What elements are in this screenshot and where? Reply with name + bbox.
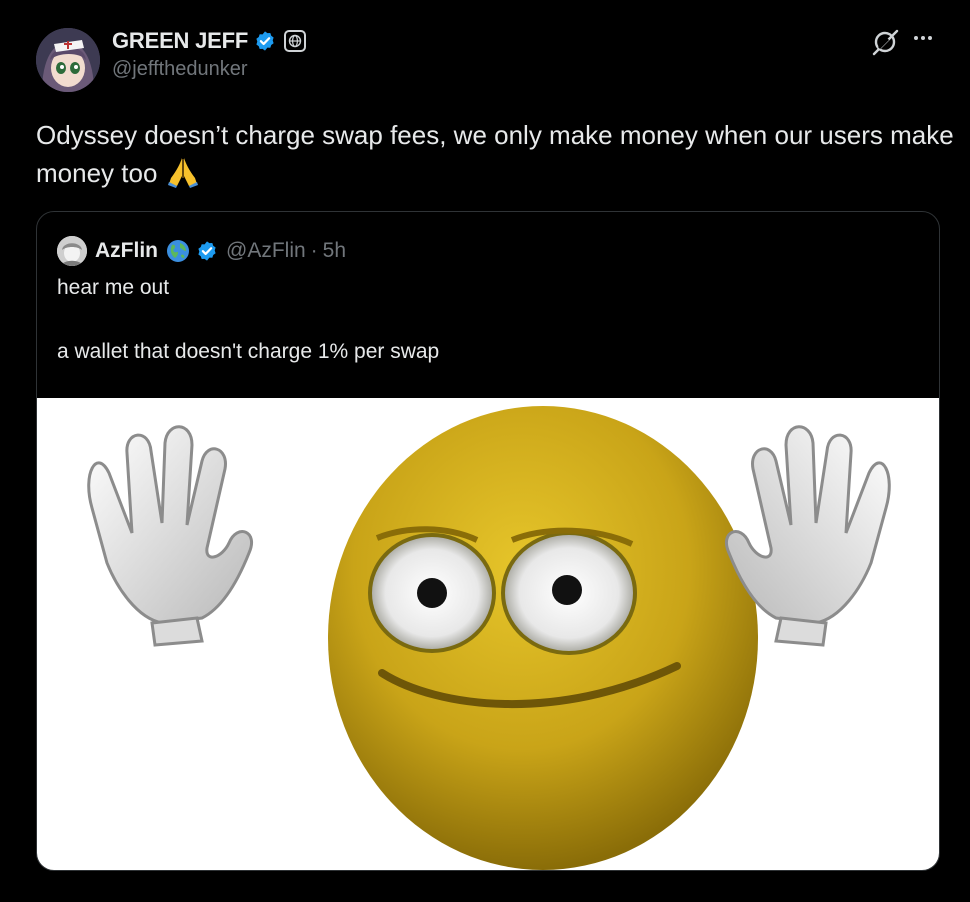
quoted-timestamp[interactable]: 5h [323,239,346,263]
earth-globe-emoji [167,240,189,262]
author-display-name[interactable]: GREEN JEFF [112,28,248,54]
verified-badge-icon [256,31,274,51]
quoted-separator: · [310,239,318,262]
quoted-text-line-2: a wallet that doesn't charge 1% per swap [57,340,440,363]
more-options-icon[interactable] [914,31,942,45]
quoted-post-header: AzFlin @AzFlin · 5h [57,236,346,266]
author-handle[interactable]: @jeffthedunker [112,58,248,81]
folded-hands-emoji [167,158,198,188]
quoted-media-image[interactable] [37,398,939,870]
author-name-row: GREEN JEFF [112,28,307,54]
quoted-author-handle[interactable]: @AzFlin [226,239,306,263]
grok-icon[interactable] [870,27,900,57]
quoted-post[interactable]: AzFlin @AzFlin · 5h hear me out a wallet… [36,211,940,871]
tweet-text: Odyssey doesn’t charge swap fees, we onl… [36,116,956,192]
tweet: GREEN JEFF @jeffthedunker Odyssey doesn’… [0,0,970,902]
quoted-author-avatar[interactable] [57,236,87,266]
author-avatar[interactable] [36,28,100,92]
quoted-text-line-1: hear me out [57,276,170,299]
verified-badge-icon [198,241,216,261]
quoted-author-name[interactable]: AzFlin [95,239,158,263]
globe-affiliation-icon[interactable] [284,30,307,52]
